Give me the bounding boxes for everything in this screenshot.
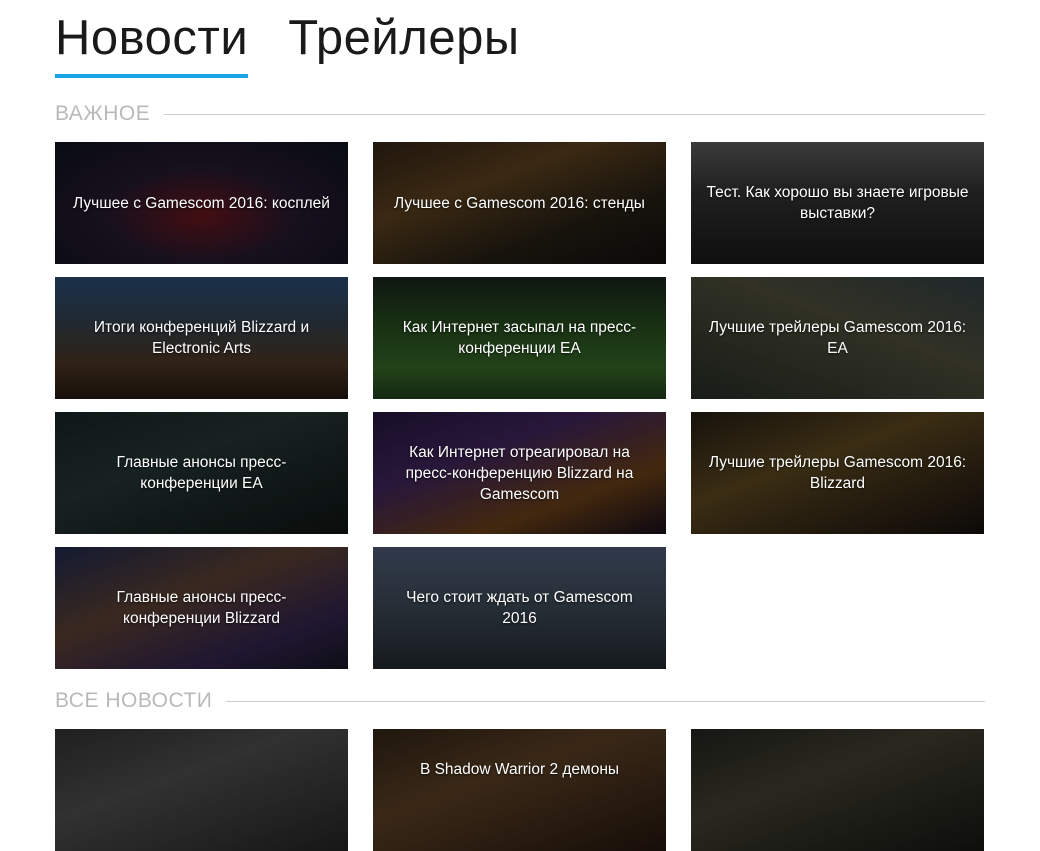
news-card[interactable]: Чего стоит ждать от Gamescom 2016 — [373, 547, 666, 669]
news-card[interactable]: Как Интернет засыпал на пресс-конференци… — [373, 277, 666, 399]
news-card-title: Лучшие трейлеры Gamescom 2016: EA — [708, 319, 967, 357]
news-tabs: Новости Трейлеры — [55, 8, 520, 78]
news-card-title: Как Интернет засыпал на пресс-конференци… — [402, 319, 637, 357]
news-card[interactable]: Итоги конференций Blizzard и Electronic … — [55, 277, 348, 399]
news-card[interactable]: Как Интернет отреагировал на пресс-конфе… — [373, 412, 666, 534]
news-card[interactable]: Главные анонсы пресс-конференции EA — [55, 412, 348, 534]
news-card-title: В Shadow Warrior 2 демоны — [419, 761, 620, 778]
news-card[interactable]: Лучшее с Gamescom 2016: косплей — [55, 142, 348, 264]
section-important-label: ВАЖНОЕ — [55, 102, 151, 125]
news-card-title: Главные анонсы пресс-конференции Blizzar… — [116, 589, 287, 627]
news-card[interactable] — [691, 729, 984, 851]
news-card-title: Как Интернет отреагировал на пресс-конфе… — [405, 443, 634, 503]
news-card[interactable] — [55, 729, 348, 851]
news-card-title: Тест. Как хорошо вы знаете игровые выста… — [706, 184, 969, 222]
news-card-title: Чего стоит ждать от Gamescom 2016 — [406, 589, 633, 627]
news-card-title: Лучшее с Gamescom 2016: косплей — [73, 194, 330, 212]
card-overlay — [691, 729, 984, 851]
news-card-title: Главные анонсы пресс-конференции EA — [116, 454, 287, 492]
card-overlay — [55, 729, 348, 851]
card-overlay — [373, 729, 666, 851]
news-card[interactable]: Тест. Как хорошо вы знаете игровые выста… — [691, 142, 984, 264]
section-all-news-label: ВСЕ НОВОСТИ — [55, 689, 213, 712]
news-card[interactable]: Лучшие трейлеры Gamescom 2016: EA — [691, 277, 984, 399]
section-divider — [226, 700, 985, 702]
news-card[interactable]: Главные анонсы пресс-конференции Blizzar… — [55, 547, 348, 669]
section-all-news-header: ВСЕ НОВОСТИ — [55, 689, 985, 713]
news-card-title: Итоги конференций Blizzard и Electronic … — [93, 319, 310, 357]
all-news-grid: В Shadow Warrior 2 демоны — [55, 729, 985, 851]
important-news-grid: Лучшее с Gamescom 2016: косплей Лучшее с… — [55, 142, 985, 669]
section-important-header: ВАЖНОЕ — [55, 102, 985, 126]
news-card-title: Лучшие трейлеры Gamescom 2016: Blizzard — [708, 454, 967, 492]
news-card[interactable]: В Shadow Warrior 2 демоны — [373, 729, 666, 851]
tab-news[interactable]: Новости — [55, 8, 249, 78]
news-card[interactable]: Лучшее с Gamescom 2016: стенды — [373, 142, 666, 264]
section-divider — [164, 113, 985, 115]
tab-trailers[interactable]: Трейлеры — [288, 8, 519, 78]
news-card-title: Лучшее с Gamescom 2016: стенды — [394, 194, 645, 212]
news-card[interactable]: Лучшие трейлеры Gamescom 2016: Blizzard — [691, 412, 984, 534]
